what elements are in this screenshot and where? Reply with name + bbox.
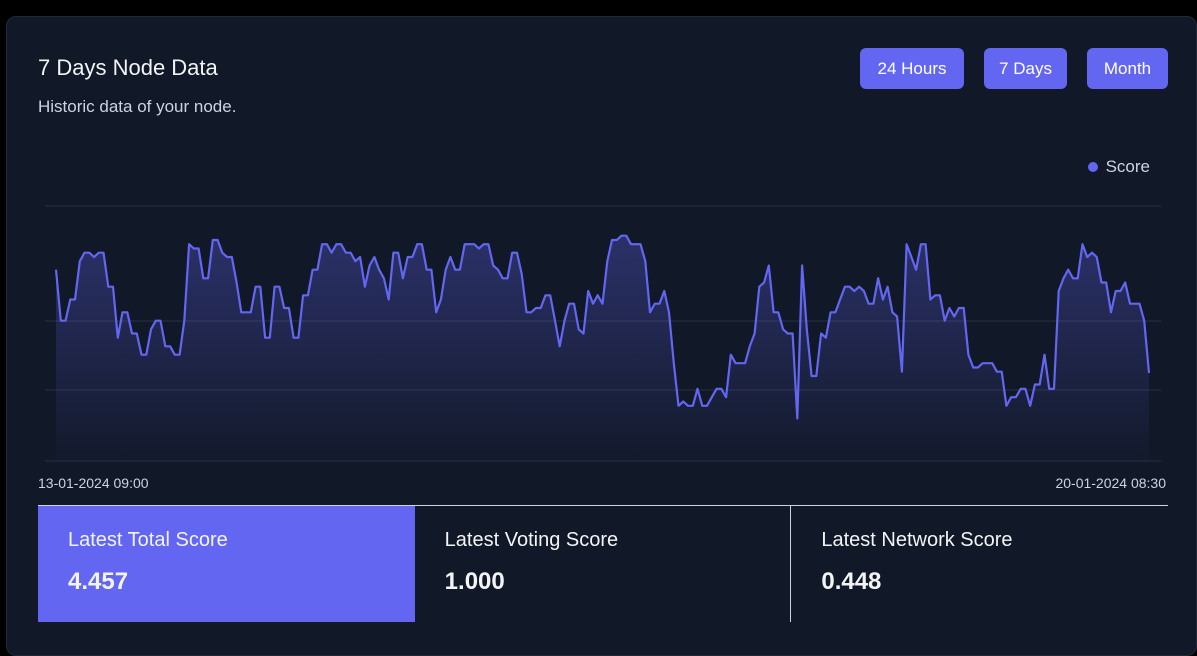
card-title: 7 Days Node Data xyxy=(38,55,218,80)
score-area xyxy=(56,235,1149,461)
chart-legend[interactable]: Score xyxy=(1087,157,1150,177)
stat-voting-score[interactable]: Latest Voting Score 1.000 xyxy=(415,506,792,622)
x-axis-start-label: 13-01-2024 09:00 xyxy=(38,475,149,491)
range-7-days-button[interactable]: 7 Days xyxy=(984,48,1067,89)
score-line xyxy=(54,234,1151,420)
stat-network-score[interactable]: Latest Network Score 0.448 xyxy=(791,506,1168,622)
node-data-card: 7 Days Node Data Historic data of your n… xyxy=(6,16,1197,656)
stat-label: Latest Total Score xyxy=(68,529,228,551)
card-subtitle: Historic data of your node. xyxy=(38,97,237,116)
stat-value: 1.000 xyxy=(444,568,505,595)
stat-label: Latest Network Score xyxy=(821,529,1013,551)
stat-value: 0.448 xyxy=(821,568,882,595)
stat-total-score[interactable]: Latest Total Score 4.457 xyxy=(38,506,415,622)
range-24-hours-button[interactable]: 24 Hours xyxy=(860,48,964,89)
x-axis-end-label: 20-01-2024 08:30 xyxy=(1055,475,1166,491)
range-month-button[interactable]: Month xyxy=(1087,48,1168,89)
stat-value: 4.457 xyxy=(68,568,129,595)
legend-label: Score xyxy=(1105,157,1150,176)
legend-dot-icon xyxy=(1087,162,1098,172)
stat-label: Latest Voting Score xyxy=(444,529,619,551)
stats-row: Latest Total Score 4.457 Latest Voting S… xyxy=(38,505,1168,622)
